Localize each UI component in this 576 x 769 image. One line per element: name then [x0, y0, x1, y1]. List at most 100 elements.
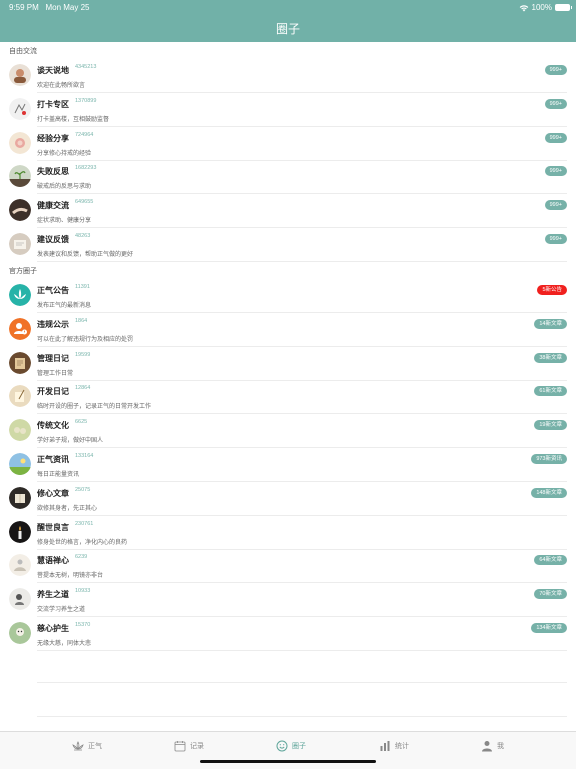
circle-member-count: 6239	[75, 554, 88, 561]
new-count-badge: 999+	[544, 65, 567, 75]
new-count-badge: 61新文章	[534, 386, 567, 397]
circle-row[interactable]: 正气资讯 133164 每日正能量资讯 973新资讯	[0, 448, 576, 482]
new-count-badge: 38新文章	[534, 352, 567, 363]
row-divider	[37, 650, 567, 651]
tab-zhengqi[interactable]: 正气	[72, 740, 102, 752]
circle-row[interactable]: 谈天说地 4345213 欢迎在此畅所欲言 999+	[0, 59, 576, 93]
circle-row[interactable]: 失败反思 1682293 破戒后的反思与求助 999+	[0, 160, 576, 195]
circle-description: 管理工作日常	[37, 370, 74, 377]
news-avatar-icon	[9, 453, 31, 475]
circle-description: 学好弟子规，做好中国人	[37, 438, 104, 445]
new-count-badge: 5新公告	[537, 285, 567, 295]
checkin-avatar-icon	[9, 97, 31, 120]
circle-member-count: 12864	[75, 385, 91, 392]
circle-row[interactable]: 养生之道 10933 交流学习养生之道 70新文章	[0, 583, 576, 618]
circle-row[interactable]: 醒世良言 230761 修身处世的格言，净化内心的良药	[0, 516, 576, 550]
tab-bar: 正气 记录 圈子 统计 我	[0, 731, 576, 769]
circle-member-count: 230761	[75, 520, 94, 527]
new-count-badge: 999+	[544, 98, 567, 109]
new-count-badge: 19新文章	[534, 420, 567, 431]
empty-divider	[37, 682, 567, 683]
zen-avatar-icon	[9, 554, 31, 577]
circle-member-count: 6625	[75, 419, 88, 426]
circle-title: 打卡专区	[37, 99, 69, 109]
chat-avatar-icon	[9, 64, 31, 86]
compassion-avatar-icon	[9, 622, 31, 644]
circle-description: 无缘大慈，同体大悲	[37, 641, 92, 647]
article-avatar-icon	[9, 486, 31, 509]
circle-member-count: 724964	[75, 131, 94, 138]
experience-avatar-icon	[9, 131, 31, 154]
section-header: 官方圈子	[9, 268, 37, 275]
home-indicator	[200, 760, 376, 763]
circle-row[interactable]: 慈心护生 15370 无缘大慈，同体大悲 134新文章	[0, 617, 576, 651]
circle-row[interactable]: 开发日记 12864 临时开设的圈子，记录正气的日常开发工作 61新文章	[0, 380, 576, 415]
circle-title: 开发日记	[37, 387, 69, 397]
circle-member-count: 10933	[75, 588, 91, 595]
circle-row[interactable]: 管理日记 19599 管理工作日常 38新文章	[0, 347, 576, 381]
tab-records[interactable]: 记录	[174, 740, 204, 752]
circle-row[interactable]: 慧语禅心 6239 菩提本无树，明镜亦非台 64新文章	[0, 549, 576, 584]
tab-me[interactable]: 我	[481, 740, 504, 752]
circle-title: 失败反思	[37, 167, 69, 177]
navigation-bar: 圈子	[0, 14, 576, 42]
new-count-badge: 148新文章	[531, 487, 567, 498]
calendar-icon	[174, 741, 186, 752]
person-icon	[482, 741, 492, 752]
circle-title: 养生之道	[37, 590, 69, 600]
circle-description: 每日正能量资讯	[37, 472, 80, 478]
circle-title: 健康交流	[37, 201, 69, 211]
circle-title: 慧语禅心	[37, 556, 69, 566]
circle-description: 打卡盖高楼，互相鼓励监督	[37, 116, 110, 123]
wellness-avatar-icon	[9, 588, 31, 611]
battery-percent: 100%	[531, 3, 552, 12]
candle-avatar-icon	[9, 520, 31, 543]
page-title: 圈子	[275, 22, 300, 36]
circle-title: 醒世良言	[37, 522, 69, 532]
circle-description: 临时开设的圈子，记录正气的日常开发工作	[37, 404, 152, 411]
new-count-badge: 14新文章	[534, 318, 567, 329]
tab-stats[interactable]: 统计	[379, 740, 409, 752]
circle-title: 慈心护生	[37, 624, 69, 633]
circle-member-count: 1682293	[75, 165, 97, 172]
circle-title: 经验分享	[37, 133, 69, 143]
circle-description: 发布正气的最新消息	[37, 303, 92, 309]
circle-description: 交流学习养生之道	[37, 607, 86, 614]
wifi-icon	[519, 4, 528, 11]
tab-circles[interactable]: 圈子	[276, 740, 306, 752]
circle-title: 传统文化	[37, 421, 69, 431]
circle-row[interactable]: 经验分享 724964 分享修心持戒的经验 999+	[0, 127, 576, 161]
circle-title: 建议反馈	[37, 235, 69, 244]
circle-row[interactable]: 修心文章 25075 欲修其身者，先正其心 148新文章	[0, 482, 576, 516]
culture-avatar-icon	[9, 419, 31, 442]
circle-title: 管理日记	[37, 353, 69, 363]
circle-row[interactable]: 违规公示 1864 可以在此了解违规行为及相应的处罚 14新文章	[0, 313, 576, 347]
circle-description: 欲修其身者，先正其心	[37, 505, 98, 512]
circle-row[interactable]: 正气公告 11391 发布正气的最新消息 5新公告	[0, 279, 576, 313]
tab-label: 记录	[190, 743, 204, 750]
circle-row[interactable]: 健康交流 649655 症状求助、健康分享 999+	[0, 194, 576, 229]
new-count-badge: 134新文章	[531, 623, 567, 633]
circle-row[interactable]: 传统文化 6625 学好弟子规，做好中国人 19新文章	[0, 414, 576, 449]
circle-description: 破戒后的反思与求助	[37, 184, 92, 191]
user-warning-avatar-icon	[9, 317, 31, 340]
circle-member-count: 133164	[75, 453, 94, 459]
status-bar: 9:59 PM Mon May 25 100%	[0, 0, 576, 14]
smile-icon	[276, 740, 288, 752]
health-avatar-icon	[9, 199, 31, 222]
status-time: 9:59 PM Mon May 25	[9, 3, 90, 12]
circle-member-count: 48263	[75, 233, 91, 239]
tab-label: 统计	[395, 743, 409, 750]
circle-description: 修身处世的格言，净化内心的良药	[37, 539, 128, 546]
circle-member-count: 649655	[75, 199, 94, 206]
bar-chart-icon	[380, 741, 390, 751]
circle-row[interactable]: 打卡专区 1370899 打卡盖高楼，互相鼓励监督 999+	[0, 93, 576, 127]
lotus-icon	[72, 741, 84, 751]
circle-member-count: 11391	[75, 284, 90, 290]
tab-label: 正气	[88, 743, 102, 750]
new-count-badge: 999+	[544, 166, 567, 177]
circle-member-count: 1864	[75, 317, 88, 324]
circle-row[interactable]: 建议反馈 48263 发表建议和反馈，帮助正气做的更好 999+	[0, 228, 576, 262]
circle-description: 欢迎在此畅所欲言	[37, 83, 86, 89]
dev-diary-avatar-icon	[9, 385, 31, 408]
